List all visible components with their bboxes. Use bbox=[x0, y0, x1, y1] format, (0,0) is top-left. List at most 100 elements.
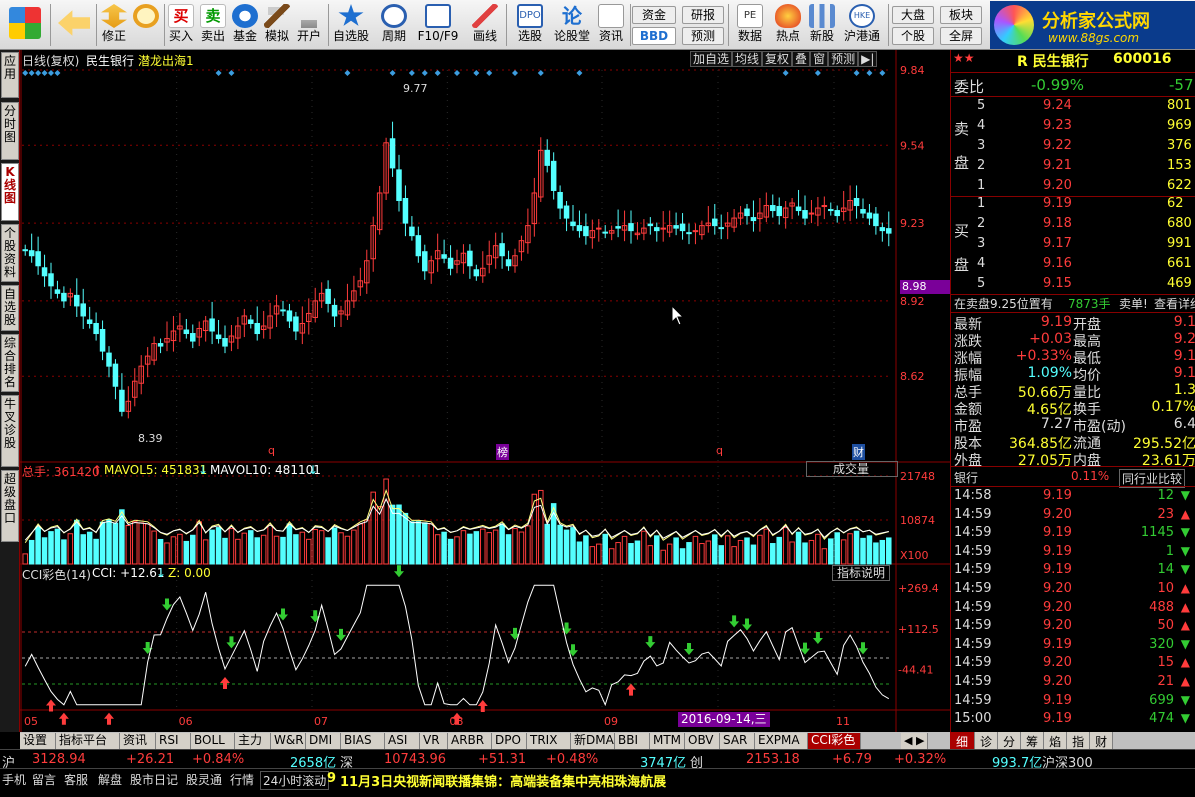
status-analysis-link[interactable]: 解盘 bbox=[98, 771, 122, 788]
indicator-tab-11[interactable]: ARBR bbox=[448, 733, 492, 749]
rr sell-row[interactable]: 2 9.21 153 bbox=[951, 158, 1195, 178]
indicator-tab-10[interactable]: VR bbox=[420, 733, 448, 749]
rr buy-row[interactable]: 1 9.19 62 bbox=[951, 196, 1195, 216]
toolbar-research-button[interactable]: 研报 bbox=[682, 6, 724, 24]
toolbar-bbd-button[interactable]: BBD bbox=[632, 27, 676, 45]
left-tab-diagnosis[interactable]: 牛叉诊股 bbox=[1, 395, 19, 467]
left-tab-app[interactable]: 应用 bbox=[1, 52, 19, 98]
toolbar-buy-button[interactable]: 买 买入 bbox=[166, 2, 196, 48]
indicator-tab-17[interactable]: OBV bbox=[685, 733, 720, 749]
toolbar-bankuai-dropdown[interactable]: 板块 bbox=[940, 6, 982, 24]
status-gulingtong-link[interactable]: 股灵通 bbox=[186, 771, 222, 788]
indicator-tab-4[interactable]: BOLL bbox=[191, 733, 235, 749]
left-tab-stock-info[interactable]: 个股资料 bbox=[1, 224, 19, 282]
news-ticker[interactable]: 11月3日央视新闻联播集锦：高端装备集中亮相珠海航展 bbox=[340, 771, 666, 790]
indicator-tab-19[interactable]: EXPMA bbox=[755, 733, 808, 749]
indicator-tab-9[interactable]: ASI bbox=[385, 733, 420, 749]
indicator-tab-16[interactable]: MTM bbox=[650, 733, 685, 749]
indicator-tab-20[interactable]: CCI彩色 bbox=[808, 733, 861, 749]
rr buy-row[interactable]: 5 9.15 469 bbox=[951, 276, 1195, 296]
toolbar-data-button[interactable]: PE 数据 bbox=[732, 2, 768, 48]
indicator-help-button[interactable]: 指标说明 bbox=[832, 565, 891, 581]
toolbar-home-button[interactable] bbox=[4, 2, 46, 48]
toolbar-sell-button[interactable]: 卖 卖出 bbox=[198, 2, 228, 48]
indicator-tab-2[interactable]: 资讯 bbox=[120, 733, 156, 749]
toolbar-new-stock-button[interactable]: 新股 bbox=[806, 2, 838, 48]
moving-average-button[interactable]: 均线 bbox=[732, 51, 763, 67]
indicator-tab-12[interactable]: DPO bbox=[492, 733, 527, 749]
indicator-tab-0[interactable]: 设置 bbox=[20, 733, 56, 749]
status-message-link[interactable]: 留言 bbox=[32, 771, 56, 788]
toolbar-hk-connect-button[interactable]: HKE 沪港通 bbox=[840, 2, 884, 48]
toolbar-gegu-dropdown[interactable]: 个股 bbox=[892, 27, 934, 45]
right-tab-finance[interactable]: 财 bbox=[1090, 732, 1114, 749]
forecast-button[interactable]: 预测 bbox=[828, 51, 859, 67]
left-tab-ranking[interactable]: 综合排名 bbox=[1, 334, 19, 392]
status-diary-link[interactable]: 股市日记 bbox=[130, 771, 178, 788]
expand-button[interactable]: ▶| bbox=[858, 51, 878, 67]
rr buy-row[interactable]: 4 9.16 661 bbox=[951, 256, 1195, 276]
event-marker-q2[interactable]: q bbox=[716, 444, 723, 457]
rr buy-row[interactable]: 3 9.17 991 bbox=[951, 236, 1195, 256]
toolbar-fullscreen-dropdown[interactable]: 全屏 bbox=[940, 27, 982, 45]
event-marker-q1[interactable]: q bbox=[268, 444, 275, 457]
toolbar-simulate-button[interactable]: 模拟 bbox=[262, 2, 292, 48]
toolbar-dapan-dropdown[interactable]: 大盘 bbox=[892, 6, 934, 24]
indicator-tab-1[interactable]: 指标平台 bbox=[56, 733, 120, 749]
left-tab-timeline[interactable]: 分时图 bbox=[1, 102, 19, 160]
indicator-tab-13[interactable]: TRIX bbox=[527, 733, 571, 749]
right-tab-chips[interactable]: 筹 bbox=[1021, 732, 1045, 749]
event-marker-cai[interactable]: 财 bbox=[852, 444, 865, 460]
left-tab-watchlist[interactable]: 自选股 bbox=[1, 285, 19, 331]
big-order-notice[interactable]: 在卖盘9.25位置有 7873手 卖单! 查看详细 bbox=[951, 295, 1195, 312]
rr buy-row[interactable]: 2 9.18 680 bbox=[951, 216, 1195, 236]
toolbar-news-button[interactable]: 资讯 bbox=[594, 2, 628, 48]
view-detail-link[interactable]: 查看详细 bbox=[1154, 295, 1195, 312]
indicator-tab-7[interactable]: DMI bbox=[306, 733, 341, 749]
status-rolling-news-button[interactable]: 24小时滚动 bbox=[260, 771, 330, 790]
rr sell-row[interactable]: 3 9.22 376 bbox=[951, 138, 1195, 158]
toolbar-fund-button[interactable]: 基金 bbox=[230, 2, 260, 48]
toolbar-period-button[interactable]: 周期 bbox=[376, 2, 412, 48]
status-mobile-link[interactable]: 手机 bbox=[2, 771, 26, 788]
left-tab-kline[interactable]: K线图 bbox=[1, 163, 19, 221]
toolbar-hot-button[interactable]: 热点 bbox=[772, 2, 804, 48]
toolbar-back-button[interactable] bbox=[56, 2, 92, 48]
indicator-tab-18[interactable]: SAR bbox=[720, 733, 755, 749]
toolbar-watchlist-button[interactable]: 自选股 bbox=[330, 2, 372, 48]
right-tab-index[interactable]: 指 bbox=[1067, 732, 1091, 749]
toolbar-select-stock-button[interactable]: DPO 选股 bbox=[510, 2, 550, 48]
toolbar-forum-button[interactable]: 论 论股堂 bbox=[552, 2, 592, 48]
window-button[interactable]: 窗 bbox=[810, 51, 829, 67]
toolbar-power-button[interactable] bbox=[130, 2, 162, 48]
indicator-tab-5[interactable]: 主力 bbox=[235, 733, 271, 749]
add-watchlist-button[interactable]: 加自选 bbox=[690, 51, 733, 67]
toolbar-f10-button[interactable]: F10/F9 bbox=[414, 2, 462, 48]
indicator-tab-15[interactable]: BBI bbox=[615, 733, 650, 749]
right-tab-diagnose[interactable]: 诊 bbox=[975, 732, 999, 749]
rr sell-row[interactable]: 5 9.24 801 bbox=[951, 98, 1195, 118]
right-tab-fen[interactable]: 分 bbox=[998, 732, 1022, 749]
toolbar-fix-button[interactable]: 修正 bbox=[100, 2, 128, 48]
overlay-button[interactable]: 叠 bbox=[792, 51, 811, 67]
indicator-tab-6[interactable]: W&R bbox=[271, 733, 306, 749]
left-tab-super-panel[interactable]: 超级盘口 bbox=[1, 470, 19, 542]
indicator-tab-8[interactable]: BIAS bbox=[341, 733, 385, 749]
indicator-tab-3[interactable]: RSI bbox=[156, 733, 191, 749]
kline-chart-area[interactable]: 9.849.549.238.928.6205060708091011217481… bbox=[20, 50, 950, 732]
toolbar-zijin-button[interactable]: 资金 bbox=[632, 6, 676, 24]
toolbar-forecast-button[interactable]: 预测 bbox=[682, 27, 724, 45]
rr sell-row[interactable]: 4 9.23 969 bbox=[951, 118, 1195, 138]
toolbar-draw-button[interactable]: 画线 bbox=[466, 2, 504, 48]
indicator-tab-14[interactable]: 新DMA bbox=[571, 733, 615, 749]
status-service-link[interactable]: 客服 bbox=[64, 771, 88, 788]
right-tab-detail[interactable]: 细 bbox=[950, 732, 976, 749]
restore-rights-button[interactable]: 复权 bbox=[762, 51, 793, 67]
status-market-link[interactable]: 行情 bbox=[230, 771, 254, 788]
tab-scroll-arrows-icon[interactable]: ◀ ▶ bbox=[901, 733, 929, 749]
volume-indicator-dropdown[interactable]: 成交量 bbox=[806, 461, 898, 477]
event-marker-bang[interactable]: 榜 bbox=[496, 444, 509, 460]
right-tab-flame[interactable]: 焰 bbox=[1044, 732, 1068, 749]
rr sell-row[interactable]: 1 9.20 622 bbox=[951, 178, 1195, 198]
toolbar-open-account-button[interactable]: 开户 bbox=[294, 2, 324, 48]
